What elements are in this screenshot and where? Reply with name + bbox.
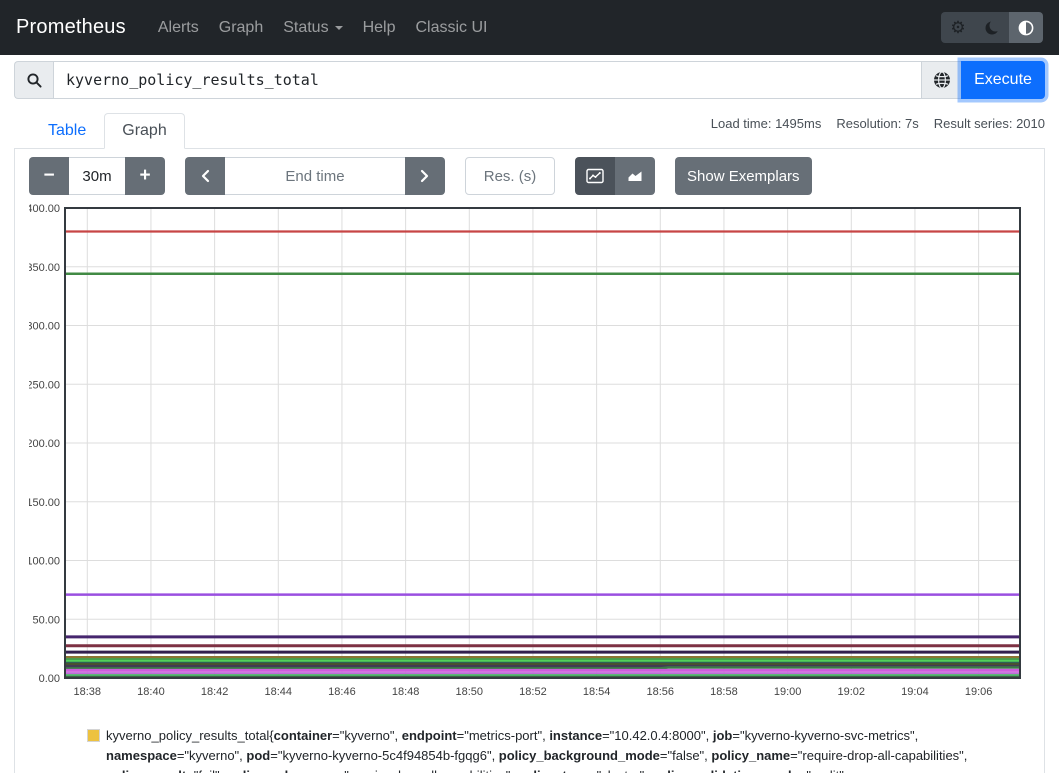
nav-item-classic-ui[interactable]: Classic UI xyxy=(405,11,497,45)
svg-text:18:50: 18:50 xyxy=(456,686,484,698)
circle-half-icon xyxy=(1018,20,1034,36)
svg-text:18:54: 18:54 xyxy=(583,686,611,698)
svg-text:18:44: 18:44 xyxy=(265,686,293,698)
line-chart-icon xyxy=(586,168,604,184)
app-brand[interactable]: Prometheus xyxy=(16,16,126,39)
graph-controls: − + xyxy=(29,157,1030,195)
gear-icon: ⚙ xyxy=(950,19,965,36)
stacked-chart-button[interactable] xyxy=(615,157,655,195)
chart-svg: 0.00 50.00 100.00 150.00 200.00 250.00 300.00 3… xyxy=(29,203,1032,700)
chevron-right-icon xyxy=(420,169,430,183)
search-icon xyxy=(26,72,43,89)
svg-text:18:42: 18:42 xyxy=(201,686,229,698)
tab-graph[interactable]: Graph xyxy=(104,113,184,149)
time-navigation xyxy=(185,157,445,195)
main-nav: Alerts Graph Status Help Classic UI xyxy=(148,11,498,45)
svg-text:19:06: 19:06 xyxy=(965,686,993,698)
show-exemplars-button[interactable]: Show Exemplars xyxy=(675,157,812,195)
svg-text:400.00: 400.00 xyxy=(29,203,60,215)
svg-text:18:46: 18:46 xyxy=(328,686,356,698)
svg-text:300.00: 300.00 xyxy=(29,321,60,333)
nav-item-alerts[interactable]: Alerts xyxy=(148,11,209,45)
nav-item-help[interactable]: Help xyxy=(353,11,406,45)
svg-text:18:56: 18:56 xyxy=(647,686,675,698)
end-time-input[interactable] xyxy=(225,157,405,195)
svg-text:50.00: 50.00 xyxy=(32,614,60,626)
stacked-chart-icon xyxy=(626,168,644,184)
range-increase-button[interactable]: + xyxy=(125,157,165,195)
svg-text:0.00: 0.00 xyxy=(39,673,60,685)
graph-panel: − + xyxy=(14,149,1045,773)
svg-text:350.00: 350.00 xyxy=(29,262,60,274)
svg-text:19:00: 19:00 xyxy=(774,686,802,698)
resolution-input[interactable] xyxy=(465,157,555,195)
svg-text:19:04: 19:04 xyxy=(901,686,929,698)
navbar: Prometheus Alerts Graph Status Help Clas… xyxy=(0,0,1059,55)
theme-toggle-group: ⚙ xyxy=(941,12,1043,43)
query-stats: Load time: 1495ms Resolution: 7s Result … xyxy=(711,116,1045,131)
line-chart-button[interactable] xyxy=(575,157,615,195)
theme-auto-button[interactable] xyxy=(1009,12,1043,43)
svg-text:18:38: 18:38 xyxy=(74,686,102,698)
chevron-left-icon xyxy=(200,169,210,183)
tab-table[interactable]: Table xyxy=(30,113,104,149)
nav-item-status[interactable]: Status xyxy=(273,11,352,45)
svg-text:18:48: 18:48 xyxy=(392,686,420,698)
tab-row: Load time: 1495ms Resolution: 7s Result … xyxy=(0,113,1059,149)
nav-item-graph[interactable]: Graph xyxy=(209,11,273,45)
svg-text:150.00: 150.00 xyxy=(29,497,60,509)
svg-text:100.00: 100.00 xyxy=(29,556,60,568)
svg-text:18:52: 18:52 xyxy=(519,686,547,698)
range-decrease-button[interactable]: − xyxy=(29,157,69,195)
theme-dark-button[interactable] xyxy=(975,12,1009,43)
legend-item[interactable]: kyverno_policy_results_total{container="… xyxy=(88,726,1046,773)
chart-legend: kyverno_policy_results_total{container="… xyxy=(88,726,1046,773)
query-bar: Execute xyxy=(14,61,1045,99)
range-input[interactable] xyxy=(69,157,125,195)
moon-icon xyxy=(984,20,1000,36)
legend-text: kyverno_policy_results_total{container="… xyxy=(106,728,967,773)
execute-button[interactable]: Execute xyxy=(961,61,1045,99)
svg-text:19:02: 19:02 xyxy=(838,686,866,698)
time-back-button[interactable] xyxy=(185,157,225,195)
chevron-down-icon xyxy=(335,26,343,30)
metrics-explorer-button[interactable] xyxy=(922,61,961,99)
resolution: Resolution: 7s xyxy=(836,116,918,131)
globe-icon xyxy=(933,71,951,89)
svg-text:200.00: 200.00 xyxy=(29,438,60,450)
svg-text:18:40: 18:40 xyxy=(137,686,165,698)
query-input[interactable] xyxy=(53,61,922,99)
theme-light-button[interactable]: ⚙ xyxy=(941,12,975,43)
load-time: Load time: 1495ms xyxy=(711,116,822,131)
range-stepper: − + xyxy=(29,157,165,195)
svg-text:250.00: 250.00 xyxy=(29,379,60,391)
search-addon xyxy=(14,61,53,99)
time-forward-button[interactable] xyxy=(405,157,445,195)
svg-text:18:58: 18:58 xyxy=(710,686,738,698)
series-swatch xyxy=(88,730,99,741)
chart-type-toggle xyxy=(575,157,655,195)
result-series: Result series: 2010 xyxy=(934,116,1045,131)
chart[interactable]: 0.00 50.00 100.00 150.00 200.00 250.00 300.00 3… xyxy=(29,203,1030,700)
